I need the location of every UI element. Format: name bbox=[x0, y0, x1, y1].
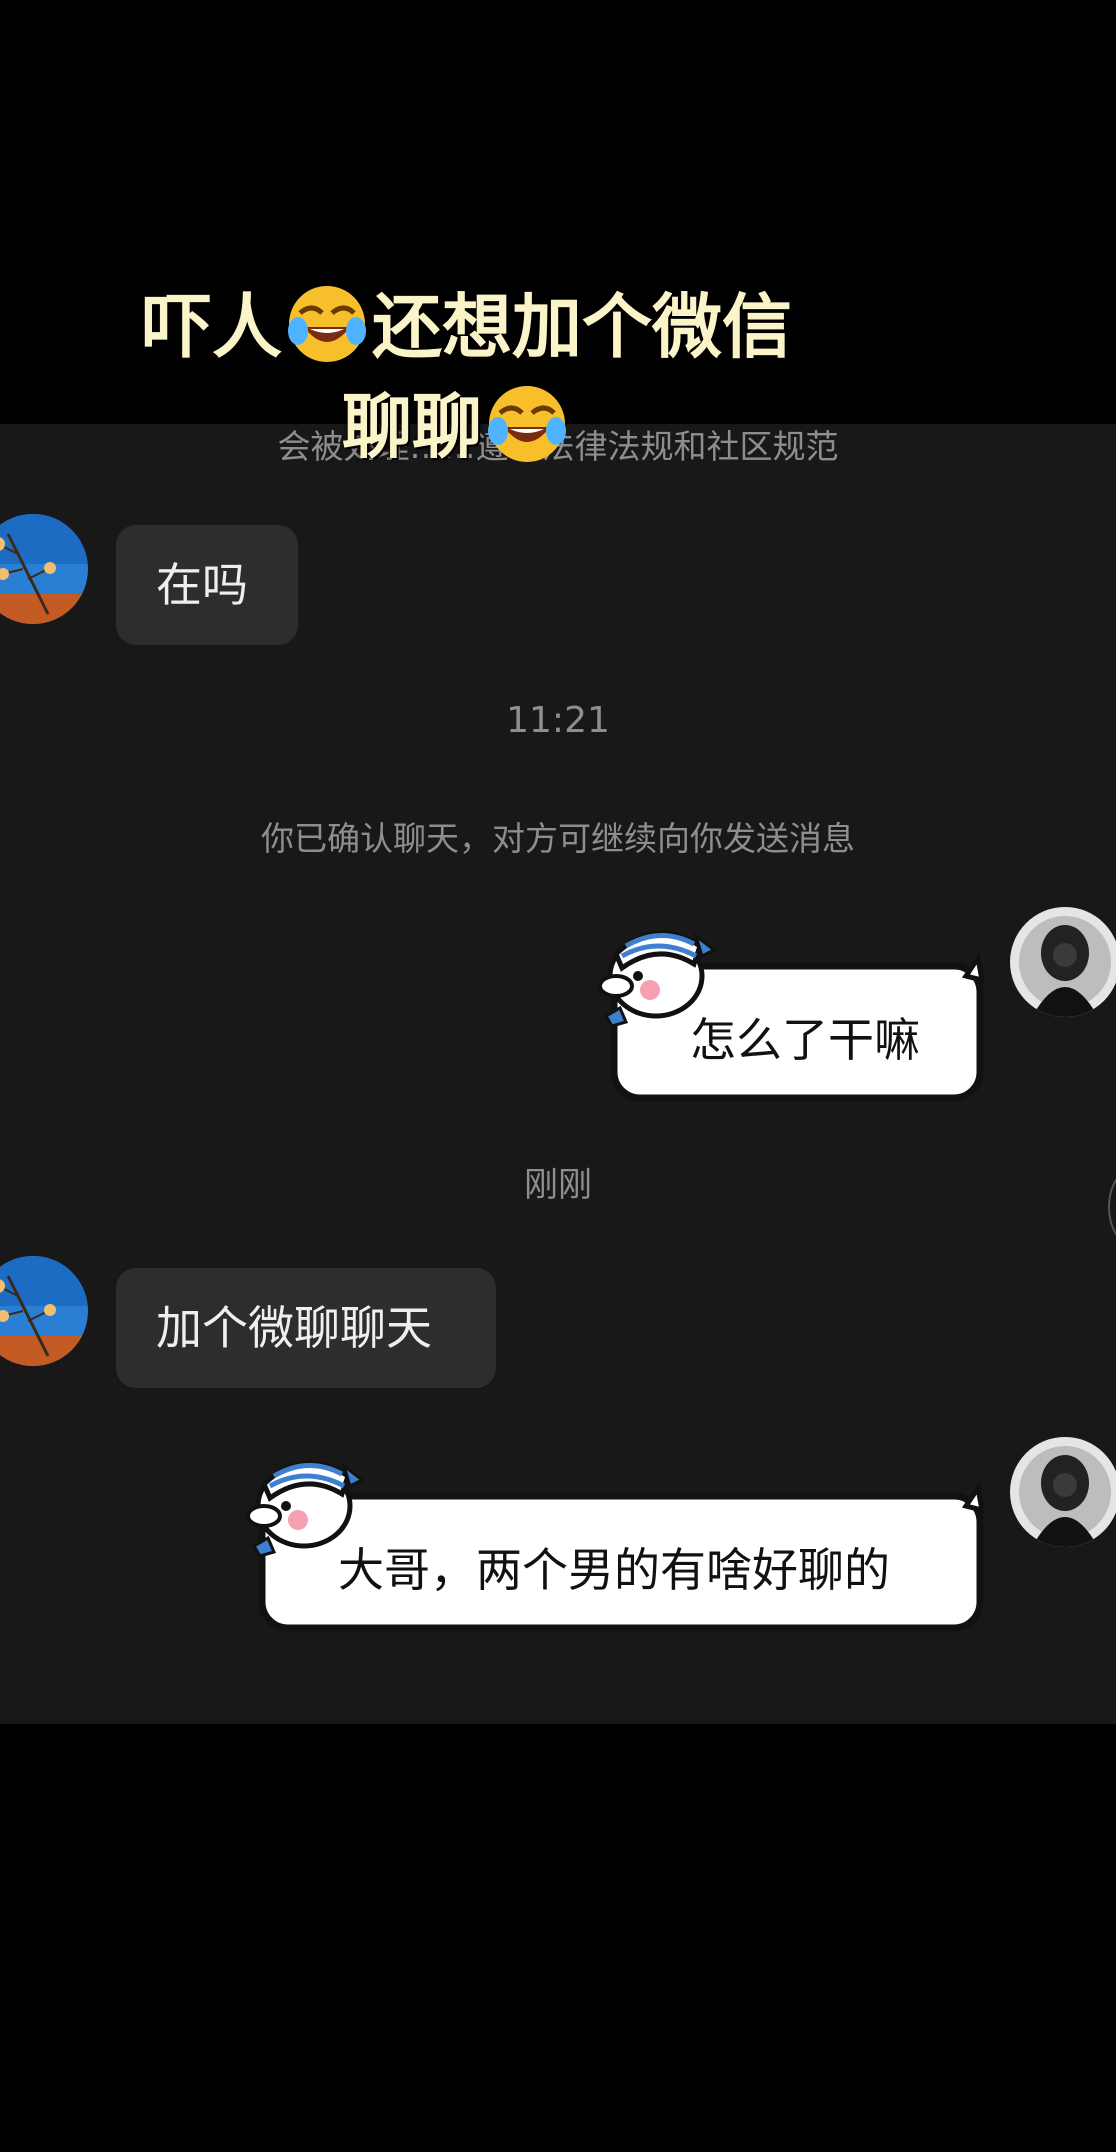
chat-confirm-notice: 你已确认聊天，对方可继续向你发送消息 bbox=[261, 819, 855, 858]
outgoing-message[interactable]: 大哥，两个男的有啥好聊的 bbox=[234, 1446, 986, 1636]
caption-line-1: 吓人 还想加个微信 bbox=[0, 283, 1116, 370]
outgoing-message[interactable]: 怎么了干嘛 bbox=[586, 916, 986, 1106]
face-with-tears-of-joy-icon bbox=[286, 283, 368, 365]
incoming-message[interactable]: 加个微聊聊天 bbox=[116, 1268, 496, 1388]
face-with-tears-of-joy-icon bbox=[486, 383, 568, 465]
user-avatar[interactable] bbox=[1010, 907, 1116, 1017]
caption-text-c: 聊聊 bbox=[342, 386, 482, 468]
user-avatar[interactable] bbox=[1010, 1437, 1116, 1547]
incoming-message[interactable]: 在吗 bbox=[116, 525, 298, 645]
outgoing-message-text: 大哥，两个男的有啥好聊的 bbox=[338, 1543, 890, 1597]
timestamp: 11:21 bbox=[506, 700, 610, 741]
outgoing-message-text: 怎么了干嘛 bbox=[690, 1013, 920, 1067]
caption-text-b: 还想加个微信 bbox=[372, 286, 792, 368]
caption-text-a: 吓人 bbox=[142, 286, 282, 368]
caption-line-2: 聊聊 bbox=[0, 383, 1116, 470]
timestamp: 刚刚 bbox=[524, 1165, 592, 1205]
